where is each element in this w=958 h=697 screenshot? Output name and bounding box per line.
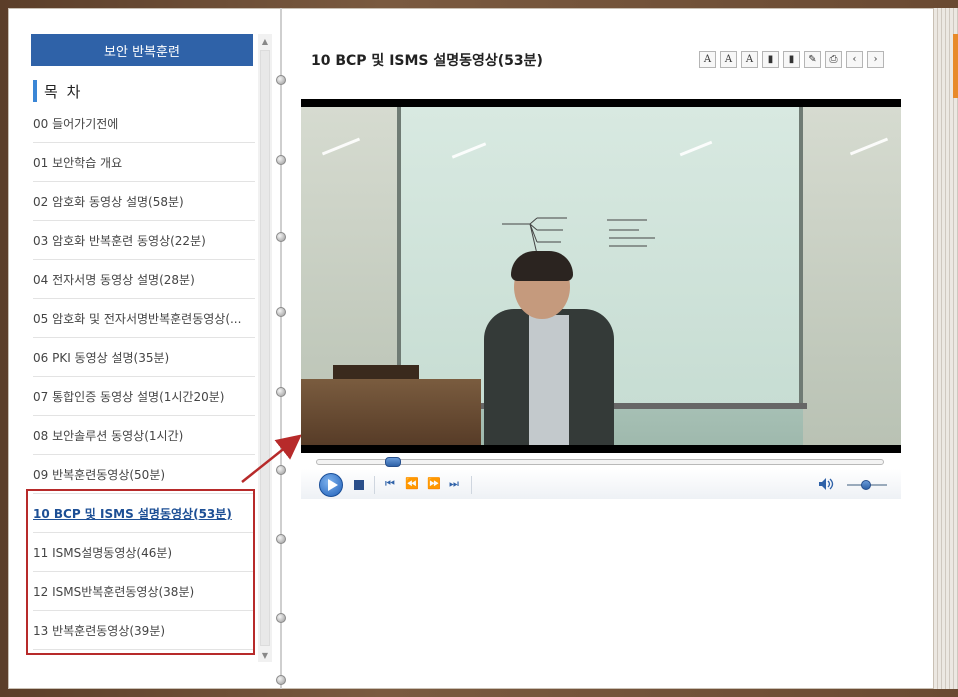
bookmark-list-icon[interactable]: ▮ xyxy=(783,51,800,68)
content-title: 10 BCP 및 ISMS 설명동영상(53분) xyxy=(311,53,543,69)
skip-back-icon[interactable]: ⏮ xyxy=(385,478,395,490)
content-toolbar: A A A ▮ ▮ ✎ ⎙ ‹ › xyxy=(699,51,884,68)
volume-icon[interactable] xyxy=(818,477,834,491)
video-presenter-hair xyxy=(511,251,573,281)
player-controls: ⏮ ⏪ ⏩ ⏭ xyxy=(301,469,901,499)
memo-icon[interactable]: ✎ xyxy=(804,51,821,68)
prev-page-icon[interactable]: ‹ xyxy=(846,51,863,68)
control-separator xyxy=(471,476,472,494)
font-reset-icon[interactable]: A xyxy=(699,51,716,68)
skip-forward-icon[interactable]: ⏭ xyxy=(449,478,459,490)
seek-thumb[interactable] xyxy=(385,457,401,467)
bookmark-icon[interactable]: ▮ xyxy=(762,51,779,68)
rewind-icon[interactable]: ⏪ xyxy=(405,478,419,490)
next-page-icon[interactable]: › xyxy=(867,51,884,68)
stop-icon[interactable] xyxy=(354,480,364,490)
fast-forward-icon[interactable]: ⏩ xyxy=(427,478,441,490)
video-frame xyxy=(301,107,901,445)
control-separator xyxy=(374,476,375,494)
play-icon[interactable] xyxy=(319,473,343,497)
video-wall-right xyxy=(803,107,901,445)
video-player[interactable] xyxy=(301,99,901,453)
volume-thumb[interactable] xyxy=(861,480,871,490)
font-decrease-icon[interactable]: A xyxy=(741,51,758,68)
print-icon[interactable]: ⎙ xyxy=(825,51,842,68)
video-presenter-shirt xyxy=(529,315,569,445)
video-podium xyxy=(301,379,481,445)
seek-bar[interactable] xyxy=(316,457,884,467)
font-increase-icon[interactable]: A xyxy=(720,51,737,68)
